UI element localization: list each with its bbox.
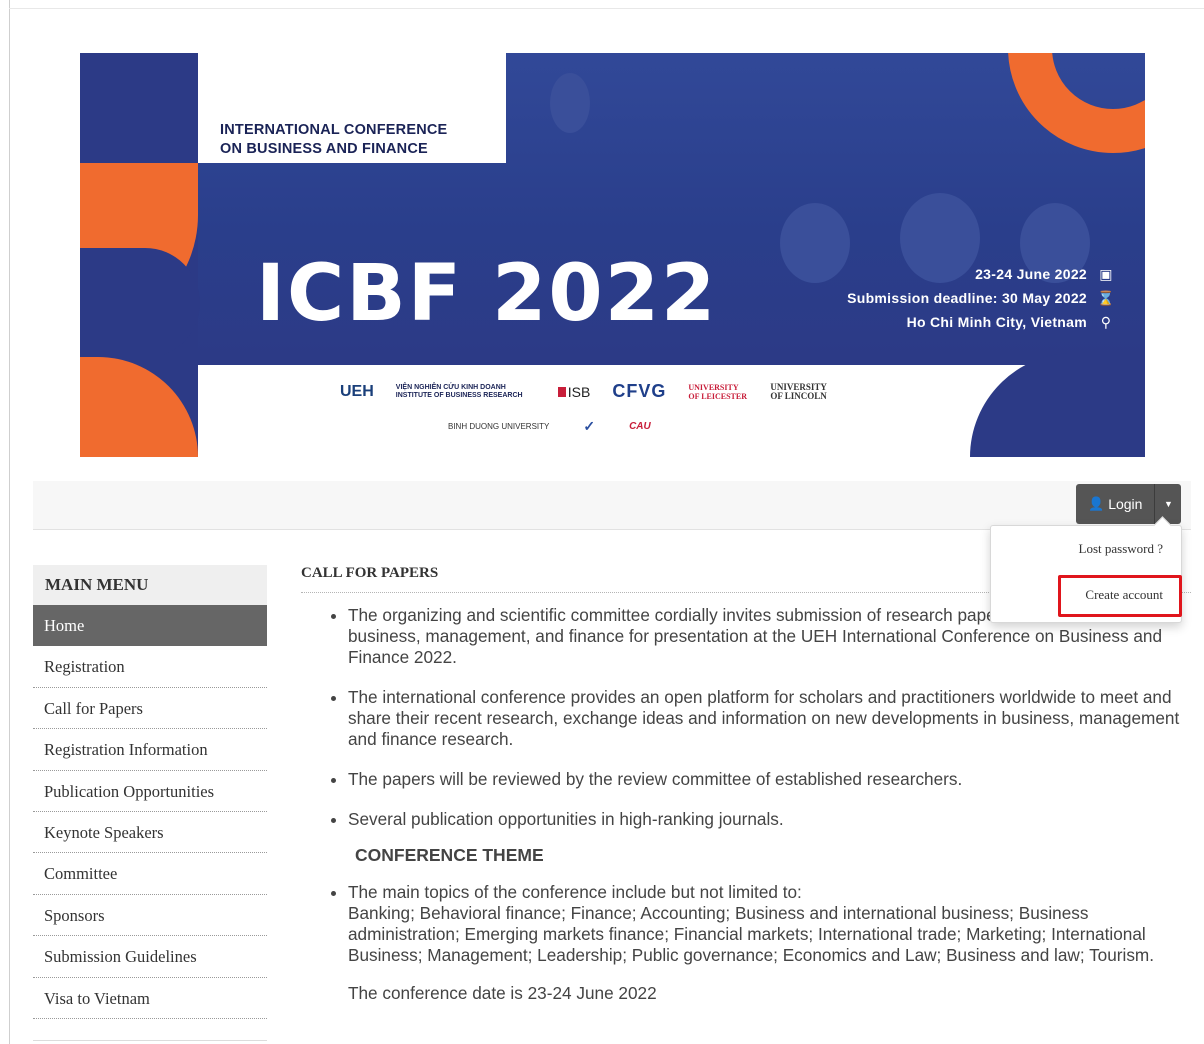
banner-title-box: INTERNATIONAL CONFERENCE ON BUSINESS AND… bbox=[198, 53, 506, 163]
list-item: The papers will be reviewed by the revie… bbox=[348, 769, 1191, 790]
list-item: Several publication opportunities in hig… bbox=[348, 809, 1191, 830]
cfvg-logo: CFVG bbox=[612, 381, 667, 401]
list-item: The international conference provides an… bbox=[348, 687, 1191, 750]
create-account-highlight bbox=[1058, 575, 1182, 617]
menu-item-submission-guidelines[interactable]: Submission Guidelines bbox=[33, 936, 267, 978]
banner-date-line: 23-24 June 2022 ▣ bbox=[847, 262, 1115, 286]
call-for-papers-list: The organizing and scientific committee … bbox=[301, 605, 1191, 830]
login-label: Login bbox=[1108, 496, 1143, 512]
main-menu: MAIN MENU Home Registration Call for Pap… bbox=[33, 565, 267, 1019]
lost-password-link[interactable]: Lost password ? bbox=[1079, 541, 1164, 557]
menu-item-keynote-speakers[interactable]: Keynote Speakers bbox=[33, 812, 267, 854]
main-menu-title: MAIN MENU bbox=[33, 565, 267, 605]
sponsor-logos-row1: UEH VIỆN NGHIÊN CỨU KINH DOANH INSTITUTE… bbox=[340, 381, 840, 402]
conference-date-text: The conference date is 23-24 June 2022 bbox=[348, 983, 657, 1003]
menu-item-committee[interactable]: Committee bbox=[33, 853, 267, 895]
menu-item-registration-information[interactable]: Registration Information bbox=[33, 729, 267, 771]
banner-location: Ho Chi Minh City, Vietnam bbox=[906, 314, 1087, 330]
menu-item-home[interactable]: Home bbox=[33, 605, 267, 647]
banner-title: INTERNATIONAL CONFERENCE ON BUSINESS AND… bbox=[220, 121, 447, 159]
menu-item-publication-opportunities[interactable]: Publication Opportunities bbox=[33, 771, 267, 812]
topics-intro: The main topics of the conference includ… bbox=[348, 882, 802, 902]
ueh-logo: UEH bbox=[340, 382, 374, 400]
banner-location-line: Ho Chi Minh City, Vietnam ⚲ bbox=[847, 310, 1115, 334]
leicester-logo: UNIVERSITY OF LEICESTER bbox=[688, 382, 747, 401]
conference-topics-list: The main topics of the conference includ… bbox=[301, 882, 1191, 966]
orange-shape-bottom-left bbox=[80, 357, 198, 457]
v-shaped-logo: ✓ bbox=[583, 418, 596, 434]
sidebar-divider bbox=[33, 1040, 267, 1041]
list-item: The main topics of the conference includ… bbox=[348, 882, 1191, 966]
sponsor-logos-row2: BINH DUONG UNIVERSITY ✓ CAU bbox=[448, 418, 651, 435]
binh-duong-logo: BINH DUONG UNIVERSITY bbox=[448, 422, 550, 431]
location-pin-icon: ⚲ bbox=[1100, 314, 1112, 330]
login-button[interactable]: 👤 Login bbox=[1076, 484, 1155, 524]
audience-silhouette bbox=[780, 203, 850, 283]
banner-title-line2: ON BUSINESS AND FINANCE bbox=[220, 141, 428, 157]
menu-item-registration[interactable]: Registration bbox=[33, 646, 267, 688]
blue-shape-left bbox=[80, 248, 200, 358]
hourglass-icon: ⌛ bbox=[1097, 290, 1115, 306]
banner-date: 23-24 June 2022 bbox=[975, 266, 1087, 282]
cau-logo: CAU bbox=[629, 421, 651, 432]
banner-deadline-line: Submission deadline: 30 May 2022 ⌛ bbox=[847, 286, 1115, 310]
banner-deadline: Submission deadline: 30 May 2022 bbox=[847, 290, 1087, 306]
main-content: CALL FOR PAPERS The organizing and scien… bbox=[301, 565, 1191, 1004]
banner-info: 23-24 June 2022 ▣ Submission deadline: 30… bbox=[847, 262, 1115, 334]
banner-big-title: ICBF 2022 bbox=[256, 249, 718, 339]
top-navbar bbox=[33, 481, 1191, 530]
conference-banner: INTERNATIONAL CONFERENCE ON BUSINESS AND… bbox=[80, 53, 1145, 457]
conference-theme-heading: CONFERENCE THEME bbox=[355, 845, 544, 865]
topics-text: Banking; Behavioral finance; Finance; Ac… bbox=[348, 903, 1155, 965]
ibr-logo: VIỆN NGHIÊN CỨU KINH DOANH INSTITUTE OF … bbox=[395, 383, 523, 399]
lincoln-logo: UNIVERSITY OF LINCOLN bbox=[770, 381, 827, 401]
page-border-top bbox=[9, 8, 1204, 9]
caret-down-icon: ▼ bbox=[1163, 499, 1173, 509]
speaker-silhouette bbox=[550, 73, 590, 133]
isb-logo: ISB bbox=[558, 384, 591, 400]
menu-item-call-for-papers[interactable]: Call for Papers bbox=[33, 688, 267, 730]
login-dropdown-toggle[interactable]: ▼ bbox=[1154, 484, 1182, 524]
user-icon: 👤 bbox=[1088, 496, 1105, 511]
page-border-left bbox=[9, 0, 10, 1044]
menu-item-visa-to-vietnam[interactable]: Visa to Vietnam bbox=[33, 978, 267, 1019]
calendar-icon: ▣ bbox=[1099, 266, 1113, 282]
login-button-group: 👤 Login ▼ bbox=[1076, 484, 1182, 524]
menu-item-sponsors[interactable]: Sponsors bbox=[33, 895, 267, 937]
banner-title-line1: INTERNATIONAL CONFERENCE bbox=[220, 122, 448, 138]
